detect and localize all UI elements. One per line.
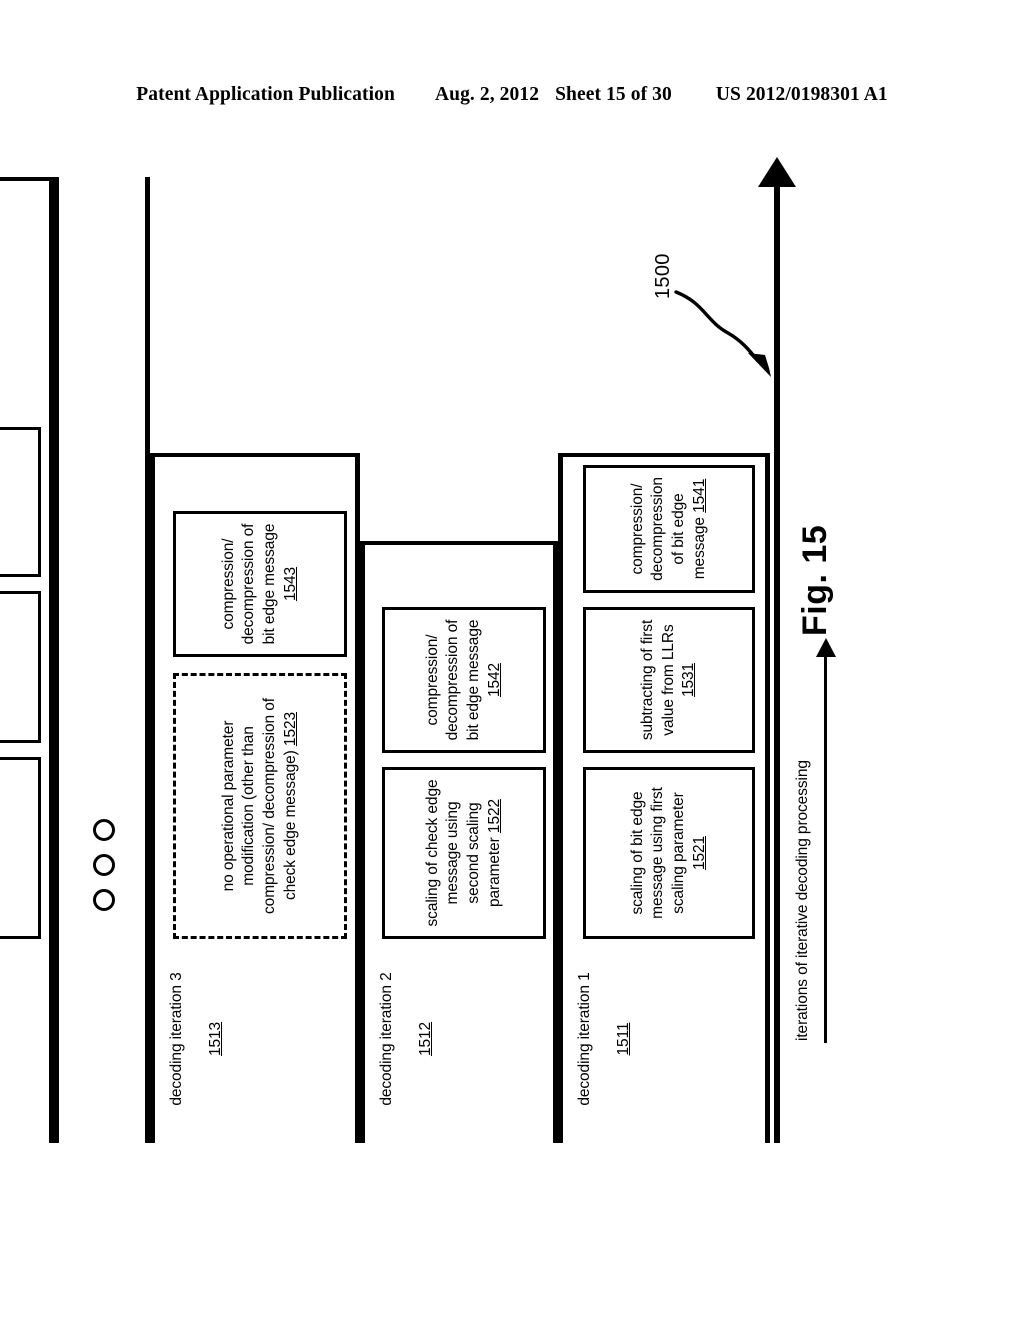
- band-iteration-1-label: decoding iteration 1 1511: [575, 949, 635, 1129]
- step-1543-text: compression/ decompression of bit edge m…: [219, 521, 301, 647]
- step-1542-description: compression/ decompression of bit edge m…: [423, 619, 482, 741]
- step-box-1542: compression/ decompression of bit edge m…: [382, 607, 546, 753]
- band-ellipsis-gap: [54, 177, 150, 1143]
- step-1522-text: scaling of check edge message using seco…: [423, 777, 505, 929]
- header-document-number: US 2012/0198301 A1: [715, 84, 888, 105]
- band-iteration-2-ref: 1512: [417, 1021, 435, 1057]
- step-1542-ref: 1542: [485, 662, 503, 698]
- axis-annotation-label: iterations of iterative decoding process…: [794, 760, 811, 1041]
- ellipsis-dot-2: [93, 854, 115, 876]
- header-sheet-number: Sheet 15 of 30: [555, 84, 672, 105]
- step-1541-ref: 1541: [690, 478, 708, 513]
- process-axis-arrowhead: [758, 157, 796, 187]
- header-publication-date: Aug. 2, 2012: [434, 84, 540, 105]
- band-iteration-n: decoding iteration n 1519 scaling of che…: [0, 177, 54, 1143]
- step-1543-description: compression/ decompression of bit edge m…: [219, 523, 278, 645]
- figure-caption: Fig. 15: [796, 524, 834, 636]
- band-iteration-3: decoding iteration 3 1513 no operational…: [150, 453, 360, 1143]
- step-1522-ref: 1522: [485, 798, 503, 834]
- step-1523-ref: 1523: [281, 711, 299, 747]
- step-1531-text: subtracting of first value from LLRs 153…: [638, 617, 700, 743]
- step-box-1529: scaling of check edge message using thir…: [0, 757, 41, 939]
- step-box-1541: compression/ decompression of bit edge m…: [583, 465, 755, 593]
- page-header: Patent Application Publication Aug. 2, 2…: [0, 84, 1024, 106]
- ellipsis-dot-1: [93, 889, 115, 911]
- step-1543-ref: 1543: [281, 566, 299, 602]
- step-box-1549: compression/ decompression of bit edge m…: [0, 427, 41, 577]
- reference-leader-arrow-icon: [674, 290, 771, 377]
- step-1541-text: compression/ decompression of bit edge m…: [628, 475, 710, 583]
- step-box-1531: subtracting of first value from LLRs 153…: [583, 607, 755, 753]
- figure-caption-wrapper: Fig. 15: [796, 525, 835, 636]
- step-1521-text: scaling of bit edge message using first …: [628, 777, 710, 929]
- figure-15-diagram: iterations of iterative decoding process…: [0, 155, 840, 1165]
- step-1521-description: scaling of bit edge message using first …: [628, 787, 687, 919]
- step-box-1539: adding of second value to ‘scaled’ check…: [0, 591, 41, 743]
- step-box-1543: compression/ decompression of bit edge m…: [173, 511, 347, 657]
- step-1521-ref: 1521: [690, 835, 708, 871]
- band-iteration-2-title: decoding iteration 2: [378, 972, 395, 1106]
- ellipsis-dots-icon: [93, 819, 115, 911]
- band-iteration-2-label: decoding iteration 2 1512: [377, 949, 437, 1129]
- step-1523-text: no operational parameter modification (o…: [219, 683, 301, 929]
- step-1531-ref: 1531: [680, 662, 698, 698]
- band-iteration-1: decoding iteration 1 1511 scaling of bit…: [558, 453, 770, 1143]
- band-iteration-3-ref: 1513: [207, 1021, 225, 1057]
- step-box-1521: scaling of bit edge message using first …: [583, 767, 755, 939]
- step-1531-description: subtracting of first value from LLRs: [639, 619, 677, 741]
- step-1542-text: compression/ decompression of bit edge m…: [423, 617, 505, 743]
- axis-annotation-arrowhead: [816, 638, 836, 657]
- step-box-1522: scaling of check edge message using seco…: [382, 767, 546, 939]
- header-publication-title: Patent Application Publication: [136, 84, 395, 105]
- band-iteration-3-title: decoding iteration 3: [168, 972, 185, 1106]
- step-box-1523: no operational parameter modification (o…: [173, 673, 347, 939]
- band-iteration-1-ref: 1511: [615, 1022, 633, 1056]
- band-iteration-3-label: decoding iteration 3 1513: [167, 949, 227, 1129]
- band-iteration-1-title: decoding iteration 1: [576, 972, 593, 1106]
- axis-annotation-arrow-line: [824, 645, 827, 1043]
- ellipsis-dot-3: [93, 819, 115, 841]
- band-iteration-2: decoding iteration 2 1512 scaling of che…: [360, 541, 558, 1143]
